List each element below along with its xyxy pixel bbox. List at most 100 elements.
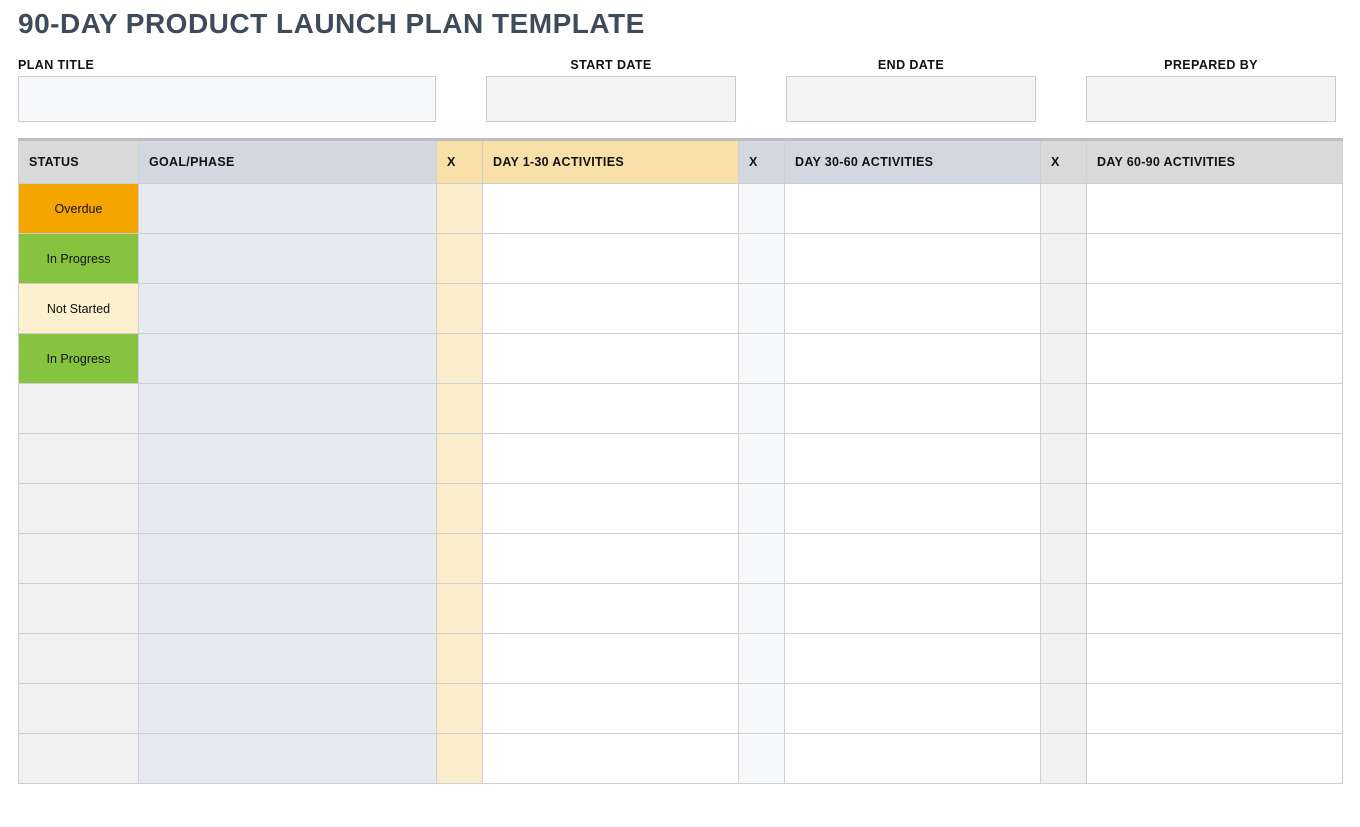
act2-cell[interactable] [785, 184, 1041, 234]
goal-cell[interactable] [139, 334, 437, 384]
act1-cell[interactable] [483, 684, 739, 734]
x2-cell[interactable] [739, 384, 785, 434]
act2-cell[interactable] [785, 584, 1041, 634]
x1-cell[interactable] [437, 234, 483, 284]
act1-cell[interactable] [483, 384, 739, 434]
start-date-input[interactable] [486, 76, 736, 122]
status-cell[interactable] [19, 584, 139, 634]
status-cell[interactable] [19, 384, 139, 434]
x1-cell[interactable] [437, 384, 483, 434]
x1-cell[interactable] [437, 434, 483, 484]
status-cell[interactable]: Not Started [19, 284, 139, 334]
status-cell[interactable] [19, 434, 139, 484]
act3-cell[interactable] [1087, 584, 1343, 634]
x2-cell[interactable] [739, 284, 785, 334]
status-cell[interactable] [19, 534, 139, 584]
x2-cell[interactable] [739, 634, 785, 684]
goal-cell[interactable] [139, 484, 437, 534]
x1-cell[interactable] [437, 334, 483, 384]
x3-cell[interactable] [1041, 384, 1087, 434]
x2-cell[interactable] [739, 684, 785, 734]
goal-cell[interactable] [139, 634, 437, 684]
act2-cell[interactable] [785, 484, 1041, 534]
act2-cell[interactable] [785, 434, 1041, 484]
status-cell[interactable] [19, 684, 139, 734]
goal-cell[interactable] [139, 284, 437, 334]
x3-cell[interactable] [1041, 584, 1087, 634]
act1-cell[interactable] [483, 184, 739, 234]
x2-cell[interactable] [739, 584, 785, 634]
act2-cell[interactable] [785, 734, 1041, 784]
x1-cell[interactable] [437, 184, 483, 234]
x2-cell[interactable] [739, 184, 785, 234]
x2-cell[interactable] [739, 334, 785, 384]
x3-cell[interactable] [1041, 184, 1087, 234]
act1-cell[interactable] [483, 734, 739, 784]
act2-cell[interactable] [785, 684, 1041, 734]
act3-cell[interactable] [1087, 334, 1343, 384]
act3-cell[interactable] [1087, 184, 1343, 234]
x1-cell[interactable] [437, 484, 483, 534]
act1-cell[interactable] [483, 534, 739, 584]
act1-cell[interactable] [483, 234, 739, 284]
x2-cell[interactable] [739, 484, 785, 534]
x1-cell[interactable] [437, 534, 483, 584]
status-cell[interactable]: Overdue [19, 184, 139, 234]
act2-cell[interactable] [785, 534, 1041, 584]
act3-cell[interactable] [1087, 384, 1343, 434]
plan-title-input[interactable] [18, 76, 436, 122]
act1-cell[interactable] [483, 484, 739, 534]
status-cell[interactable]: In Progress [19, 334, 139, 384]
goal-cell[interactable] [139, 184, 437, 234]
act1-cell[interactable] [483, 334, 739, 384]
goal-cell[interactable] [139, 734, 437, 784]
x1-cell[interactable] [437, 634, 483, 684]
x2-cell[interactable] [739, 434, 785, 484]
goal-cell[interactable] [139, 584, 437, 634]
x3-cell[interactable] [1041, 634, 1087, 684]
x3-cell[interactable] [1041, 434, 1087, 484]
act2-cell[interactable] [785, 234, 1041, 284]
goal-cell[interactable] [139, 234, 437, 284]
status-cell[interactable] [19, 634, 139, 684]
act3-cell[interactable] [1087, 734, 1343, 784]
prepared-by-input[interactable] [1086, 76, 1336, 122]
act3-cell[interactable] [1087, 434, 1343, 484]
act3-cell[interactable] [1087, 234, 1343, 284]
x2-cell[interactable] [739, 534, 785, 584]
x1-cell[interactable] [437, 734, 483, 784]
x3-cell[interactable] [1041, 234, 1087, 284]
x3-cell[interactable] [1041, 334, 1087, 384]
goal-cell[interactable] [139, 434, 437, 484]
status-cell[interactable] [19, 484, 139, 534]
act2-cell[interactable] [785, 334, 1041, 384]
act3-cell[interactable] [1087, 534, 1343, 584]
act1-cell[interactable] [483, 434, 739, 484]
act2-cell[interactable] [785, 284, 1041, 334]
status-cell[interactable]: In Progress [19, 234, 139, 284]
status-cell[interactable] [19, 734, 139, 784]
act1-cell[interactable] [483, 584, 739, 634]
end-date-input[interactable] [786, 76, 1036, 122]
x1-cell[interactable] [437, 684, 483, 734]
x1-cell[interactable] [437, 284, 483, 334]
x2-cell[interactable] [739, 734, 785, 784]
act3-cell[interactable] [1087, 634, 1343, 684]
goal-cell[interactable] [139, 534, 437, 584]
act2-cell[interactable] [785, 634, 1041, 684]
x3-cell[interactable] [1041, 534, 1087, 584]
x3-cell[interactable] [1041, 484, 1087, 534]
goal-cell[interactable] [139, 684, 437, 734]
act1-cell[interactable] [483, 284, 739, 334]
act2-cell[interactable] [785, 384, 1041, 434]
x2-cell[interactable] [739, 234, 785, 284]
goal-cell[interactable] [139, 384, 437, 434]
act1-cell[interactable] [483, 634, 739, 684]
x3-cell[interactable] [1041, 684, 1087, 734]
x1-cell[interactable] [437, 584, 483, 634]
x3-cell[interactable] [1041, 734, 1087, 784]
x3-cell[interactable] [1041, 284, 1087, 334]
act3-cell[interactable] [1087, 684, 1343, 734]
act3-cell[interactable] [1087, 484, 1343, 534]
act3-cell[interactable] [1087, 284, 1343, 334]
